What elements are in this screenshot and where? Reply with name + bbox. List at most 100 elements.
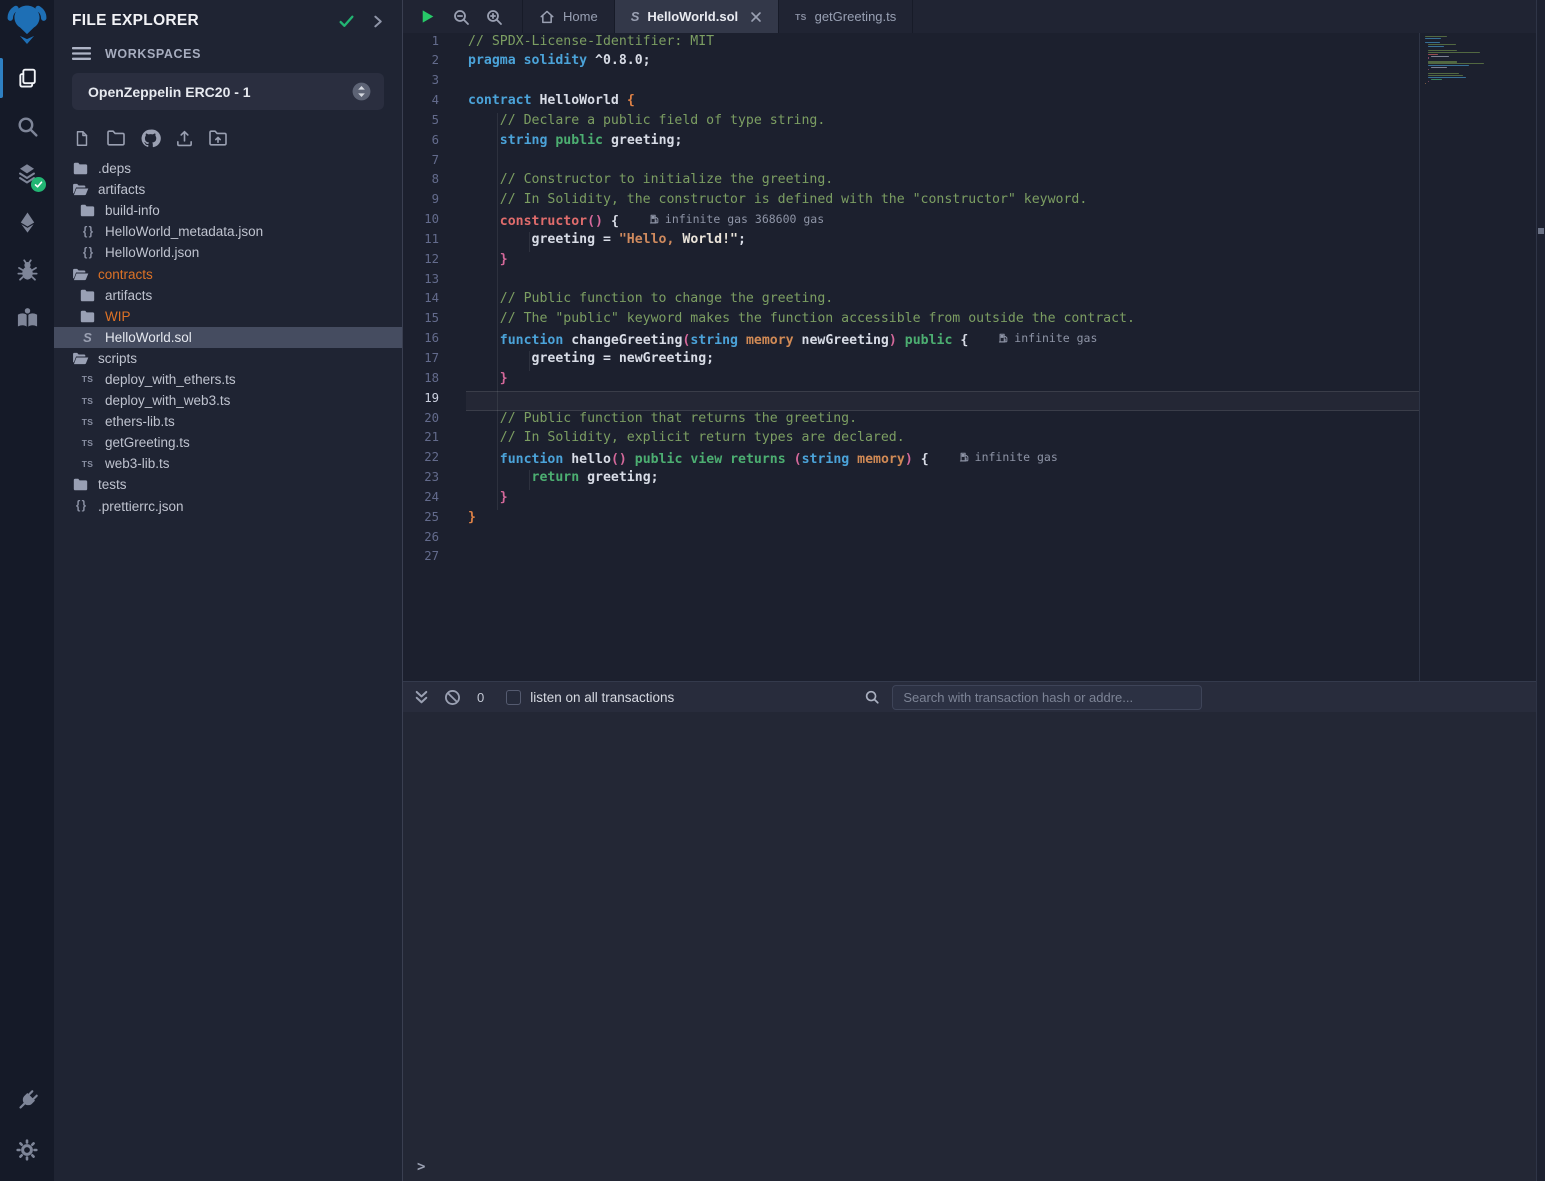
tree-item-.deps[interactable]: .deps xyxy=(54,158,402,179)
line-content: // SPDX-License-Identifier: MIT xyxy=(466,34,1419,54)
workspace-selected-value: OpenZeppelin ERC20 - 1 xyxy=(88,84,351,100)
tree-item-WIP[interactable]: WIP xyxy=(54,306,402,327)
clone-git-repository-button[interactable] xyxy=(138,126,162,150)
code-token xyxy=(738,333,746,348)
workspace-select[interactable]: OpenZeppelin ERC20 - 1 xyxy=(72,73,384,110)
home-icon xyxy=(539,9,555,25)
main-area: HomeSHelloWorld.solTSgetGreeting.ts 1// … xyxy=(403,0,1545,1181)
code-token: // Public function that returns the gree… xyxy=(468,411,857,426)
panel-header: FILE EXPLORER xyxy=(54,0,402,36)
line-number: 21 xyxy=(403,430,466,450)
tree-item-artifacts[interactable]: artifacts xyxy=(54,179,402,200)
code-token: function xyxy=(500,333,564,348)
tree-item-build-info[interactable]: build-info xyxy=(54,200,402,221)
code-token: newGreeting xyxy=(794,333,889,348)
code-token: ) xyxy=(905,452,913,467)
code-line-13: 13 xyxy=(403,272,1536,292)
terminal-output[interactable]: > xyxy=(403,712,1536,1181)
gas-estimate-text: infinite gas xyxy=(975,450,1058,464)
code-line-22: 22 function hello() public view returns … xyxy=(403,450,1536,470)
remix-logo[interactable] xyxy=(0,0,54,54)
scrollbar-handle[interactable] xyxy=(1538,228,1544,234)
sidebar-item-plugin-manager[interactable] xyxy=(0,1075,54,1125)
zoom-in-icon[interactable] xyxy=(477,0,510,33)
minimap-line xyxy=(1428,69,1429,70)
run-script-button[interactable] xyxy=(411,0,444,33)
create-file-button[interactable] xyxy=(70,126,94,150)
icon-bar xyxy=(0,0,54,1181)
line-content: greeting = "Hello, World!"; xyxy=(466,232,1419,252)
tree-item-artifacts[interactable]: artifacts xyxy=(54,285,402,306)
clear-console-icon[interactable] xyxy=(444,689,461,706)
workspaces-label: WORKSPACES xyxy=(105,47,201,61)
sidebar-item-file-explorer[interactable] xyxy=(0,54,54,102)
code-token: // In Solidity, the constructor is defin… xyxy=(468,192,1087,207)
right-scroll-strip[interactable] xyxy=(1536,0,1545,1181)
tab-getGreeting.ts[interactable]: TSgetGreeting.ts xyxy=(779,0,913,33)
tree-item-tests[interactable]: tests xyxy=(54,474,402,495)
tree-item-web3-lib.ts[interactable]: TSweb3-lib.ts xyxy=(54,453,402,474)
line-number: 25 xyxy=(403,510,466,530)
tree-item-label: scripts xyxy=(98,351,137,366)
folder-closed-icon xyxy=(79,204,96,217)
code-token xyxy=(627,452,635,467)
code-token: } xyxy=(500,371,508,386)
tab-Home[interactable]: Home xyxy=(522,0,615,33)
upload-folder-button[interactable] xyxy=(206,126,230,150)
line-content: constructor() {infinite gas 368600 gas xyxy=(466,212,1419,232)
listen-transactions-checkbox[interactable] xyxy=(506,690,521,705)
code-token: World!" xyxy=(682,232,738,247)
line-number: 19 xyxy=(403,391,466,411)
code-editor[interactable]: 1// SPDX-License-Identifier: MIT2pragma … xyxy=(403,33,1536,681)
line-content: return greeting; xyxy=(466,470,1419,490)
code-token xyxy=(897,333,905,348)
sidebar-item-deploy-and-run[interactable] xyxy=(0,198,54,246)
sidebar-item-settings[interactable] xyxy=(0,1125,54,1175)
code-line-17: 17 greeting = newGreeting; xyxy=(403,351,1536,371)
tree-item-label: artifacts xyxy=(105,288,152,303)
sidebar-item-learneth[interactable] xyxy=(0,294,54,342)
tree-item-HelloWorld_metadata.json[interactable]: { }HelloWorld_metadata.json xyxy=(54,221,402,242)
chevrons-down-icon[interactable] xyxy=(413,689,430,706)
sidebar-item-debugger[interactable] xyxy=(0,246,54,294)
line-number: 17 xyxy=(403,351,466,371)
tree-item-HelloWorld.json[interactable]: { }HelloWorld.json xyxy=(54,242,402,263)
code-token: // In Solidity, explicit return types ar… xyxy=(468,430,905,445)
code-token: ^0.8.0; xyxy=(595,53,651,68)
tree-item-deploy_with_ethers.ts[interactable]: TSdeploy_with_ethers.ts xyxy=(54,369,402,390)
tree-item-contracts[interactable]: contracts xyxy=(54,263,402,284)
create-folder-button[interactable] xyxy=(104,126,128,150)
hamburger-menu-icon[interactable] xyxy=(72,46,91,61)
line-content: // Public function that returns the gree… xyxy=(466,411,1419,431)
tree-item-getGreeting.ts[interactable]: TSgetGreeting.ts xyxy=(54,432,402,453)
typescript-icon: TS xyxy=(79,459,96,469)
close-icon[interactable] xyxy=(750,11,762,23)
sidebar-item-search[interactable] xyxy=(0,102,54,150)
code-token: { xyxy=(603,214,619,229)
code-line-18: 18 } xyxy=(403,371,1536,391)
code-token: view xyxy=(690,452,722,467)
typescript-icon: TS xyxy=(79,417,96,427)
line-content: // In Solidity, explicit return types ar… xyxy=(466,430,1419,450)
code-token xyxy=(468,470,532,485)
folder-closed-icon xyxy=(72,478,89,491)
line-number: 24 xyxy=(403,490,466,510)
upload-file-button[interactable] xyxy=(172,126,196,150)
tab-HelloWorld.sol[interactable]: SHelloWorld.sol xyxy=(615,0,779,33)
code-token: // Declare a public field of type string… xyxy=(468,113,825,128)
tree-item-HelloWorld.sol[interactable]: SHelloWorld.sol xyxy=(54,327,402,348)
code-token: // Public function to change the greetin… xyxy=(468,291,833,306)
transaction-search-input[interactable] xyxy=(892,685,1202,710)
code-line-10: 10 constructor() {infinite gas 368600 ga… xyxy=(403,212,1536,232)
tree-item-ethers-lib.ts[interactable]: TSethers-lib.ts xyxy=(54,411,402,432)
upload-icon xyxy=(175,129,194,148)
minimap[interactable] xyxy=(1419,33,1533,681)
sidebar-item-solidity-compiler[interactable] xyxy=(0,150,54,198)
tree-item-deploy_with_web3.ts[interactable]: TSdeploy_with_web3.ts xyxy=(54,390,402,411)
tree-item-.prettierrc.json[interactable]: { }.prettierrc.json xyxy=(54,496,402,517)
chevron-right-icon[interactable] xyxy=(371,15,384,28)
tree-item-scripts[interactable]: scripts xyxy=(54,348,402,369)
listen-transactions-label: listen on all transactions xyxy=(530,690,674,705)
code-line-6: 6 string public greeting; xyxy=(403,133,1536,153)
zoom-out-icon[interactable] xyxy=(444,0,477,33)
